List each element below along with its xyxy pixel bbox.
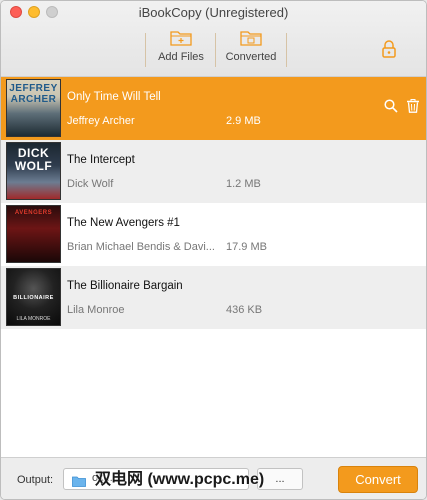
trash-icon[interactable] [406, 99, 420, 113]
book-cover: JEFFREY ARCHER [6, 79, 61, 137]
book-list: JEFFREY ARCHER Only Time Will Tell Jeffr… [1, 77, 426, 457]
cover-text: LILA MONROE [16, 316, 51, 322]
cover-text: AVENGERS [14, 210, 53, 216]
output-label: Output: [17, 474, 54, 486]
cover-text: JEFFREY [9, 83, 58, 94]
book-title: Only Time Will Tell [67, 91, 161, 103]
add-files-button[interactable]: Add Files [146, 30, 216, 70]
cover-text: DICK [17, 146, 50, 160]
app-window: iBookCopy (Unregistered) Add Files Conve… [0, 0, 427, 500]
book-row[interactable]: DICK WOLF The Intercept Dick Wolf 1.2 MB [1, 140, 426, 203]
titlebar: iBookCopy (Unregistered) Add Files Conve… [1, 1, 426, 77]
toolbar-divider [286, 33, 287, 67]
converted-button[interactable]: Converted [216, 30, 286, 70]
converted-label: Converted [225, 51, 277, 63]
book-author: Brian Michael Bendis & Davi... [67, 241, 215, 253]
book-title: The Billionaire Bargain [67, 280, 183, 292]
book-title: The New Avengers #1 [67, 217, 180, 229]
book-size: 17.9 MB [226, 241, 267, 253]
book-size: 2.9 MB [226, 115, 261, 127]
folder-add-icon [170, 30, 192, 46]
book-row[interactable]: AVENGERS The New Avengers #1 Brian Micha… [1, 203, 426, 266]
folder-icon [72, 474, 86, 487]
watermark: 双电网 (www.pcpc.me) [95, 471, 265, 488]
book-cover: DICK WOLF [6, 142, 61, 200]
add-files-label: Add Files [158, 51, 204, 63]
lock-icon[interactable] [380, 39, 398, 59]
folder-converted-icon [240, 30, 262, 46]
book-size: 436 KB [226, 304, 263, 316]
cover-text: WOLF [14, 159, 53, 173]
footer-bar: Output: ok... ... 双电网 (www.pcpc.me) Conv… [1, 457, 426, 499]
book-size: 1.2 MB [226, 178, 261, 190]
book-author: Dick Wolf [67, 178, 114, 190]
book-row[interactable]: BILLIONAIRE LILA MONROE The Billionaire … [1, 266, 426, 329]
search-icon[interactable] [384, 99, 398, 113]
cover-text: ARCHER [10, 94, 57, 105]
book-cover: AVENGERS [6, 205, 61, 263]
book-cover: BILLIONAIRE LILA MONROE [6, 268, 61, 326]
window-title: iBookCopy (Unregistered) [138, 5, 289, 20]
convert-button[interactable]: Convert [338, 466, 418, 493]
book-author: Lila Monroe [67, 304, 125, 316]
book-author: Jeffrey Archer [67, 115, 135, 127]
book-row[interactable]: JEFFREY ARCHER Only Time Will Tell Jeffr… [1, 77, 426, 140]
book-title: The Intercept [67, 154, 135, 166]
cover-text: BILLIONAIRE [13, 295, 54, 301]
